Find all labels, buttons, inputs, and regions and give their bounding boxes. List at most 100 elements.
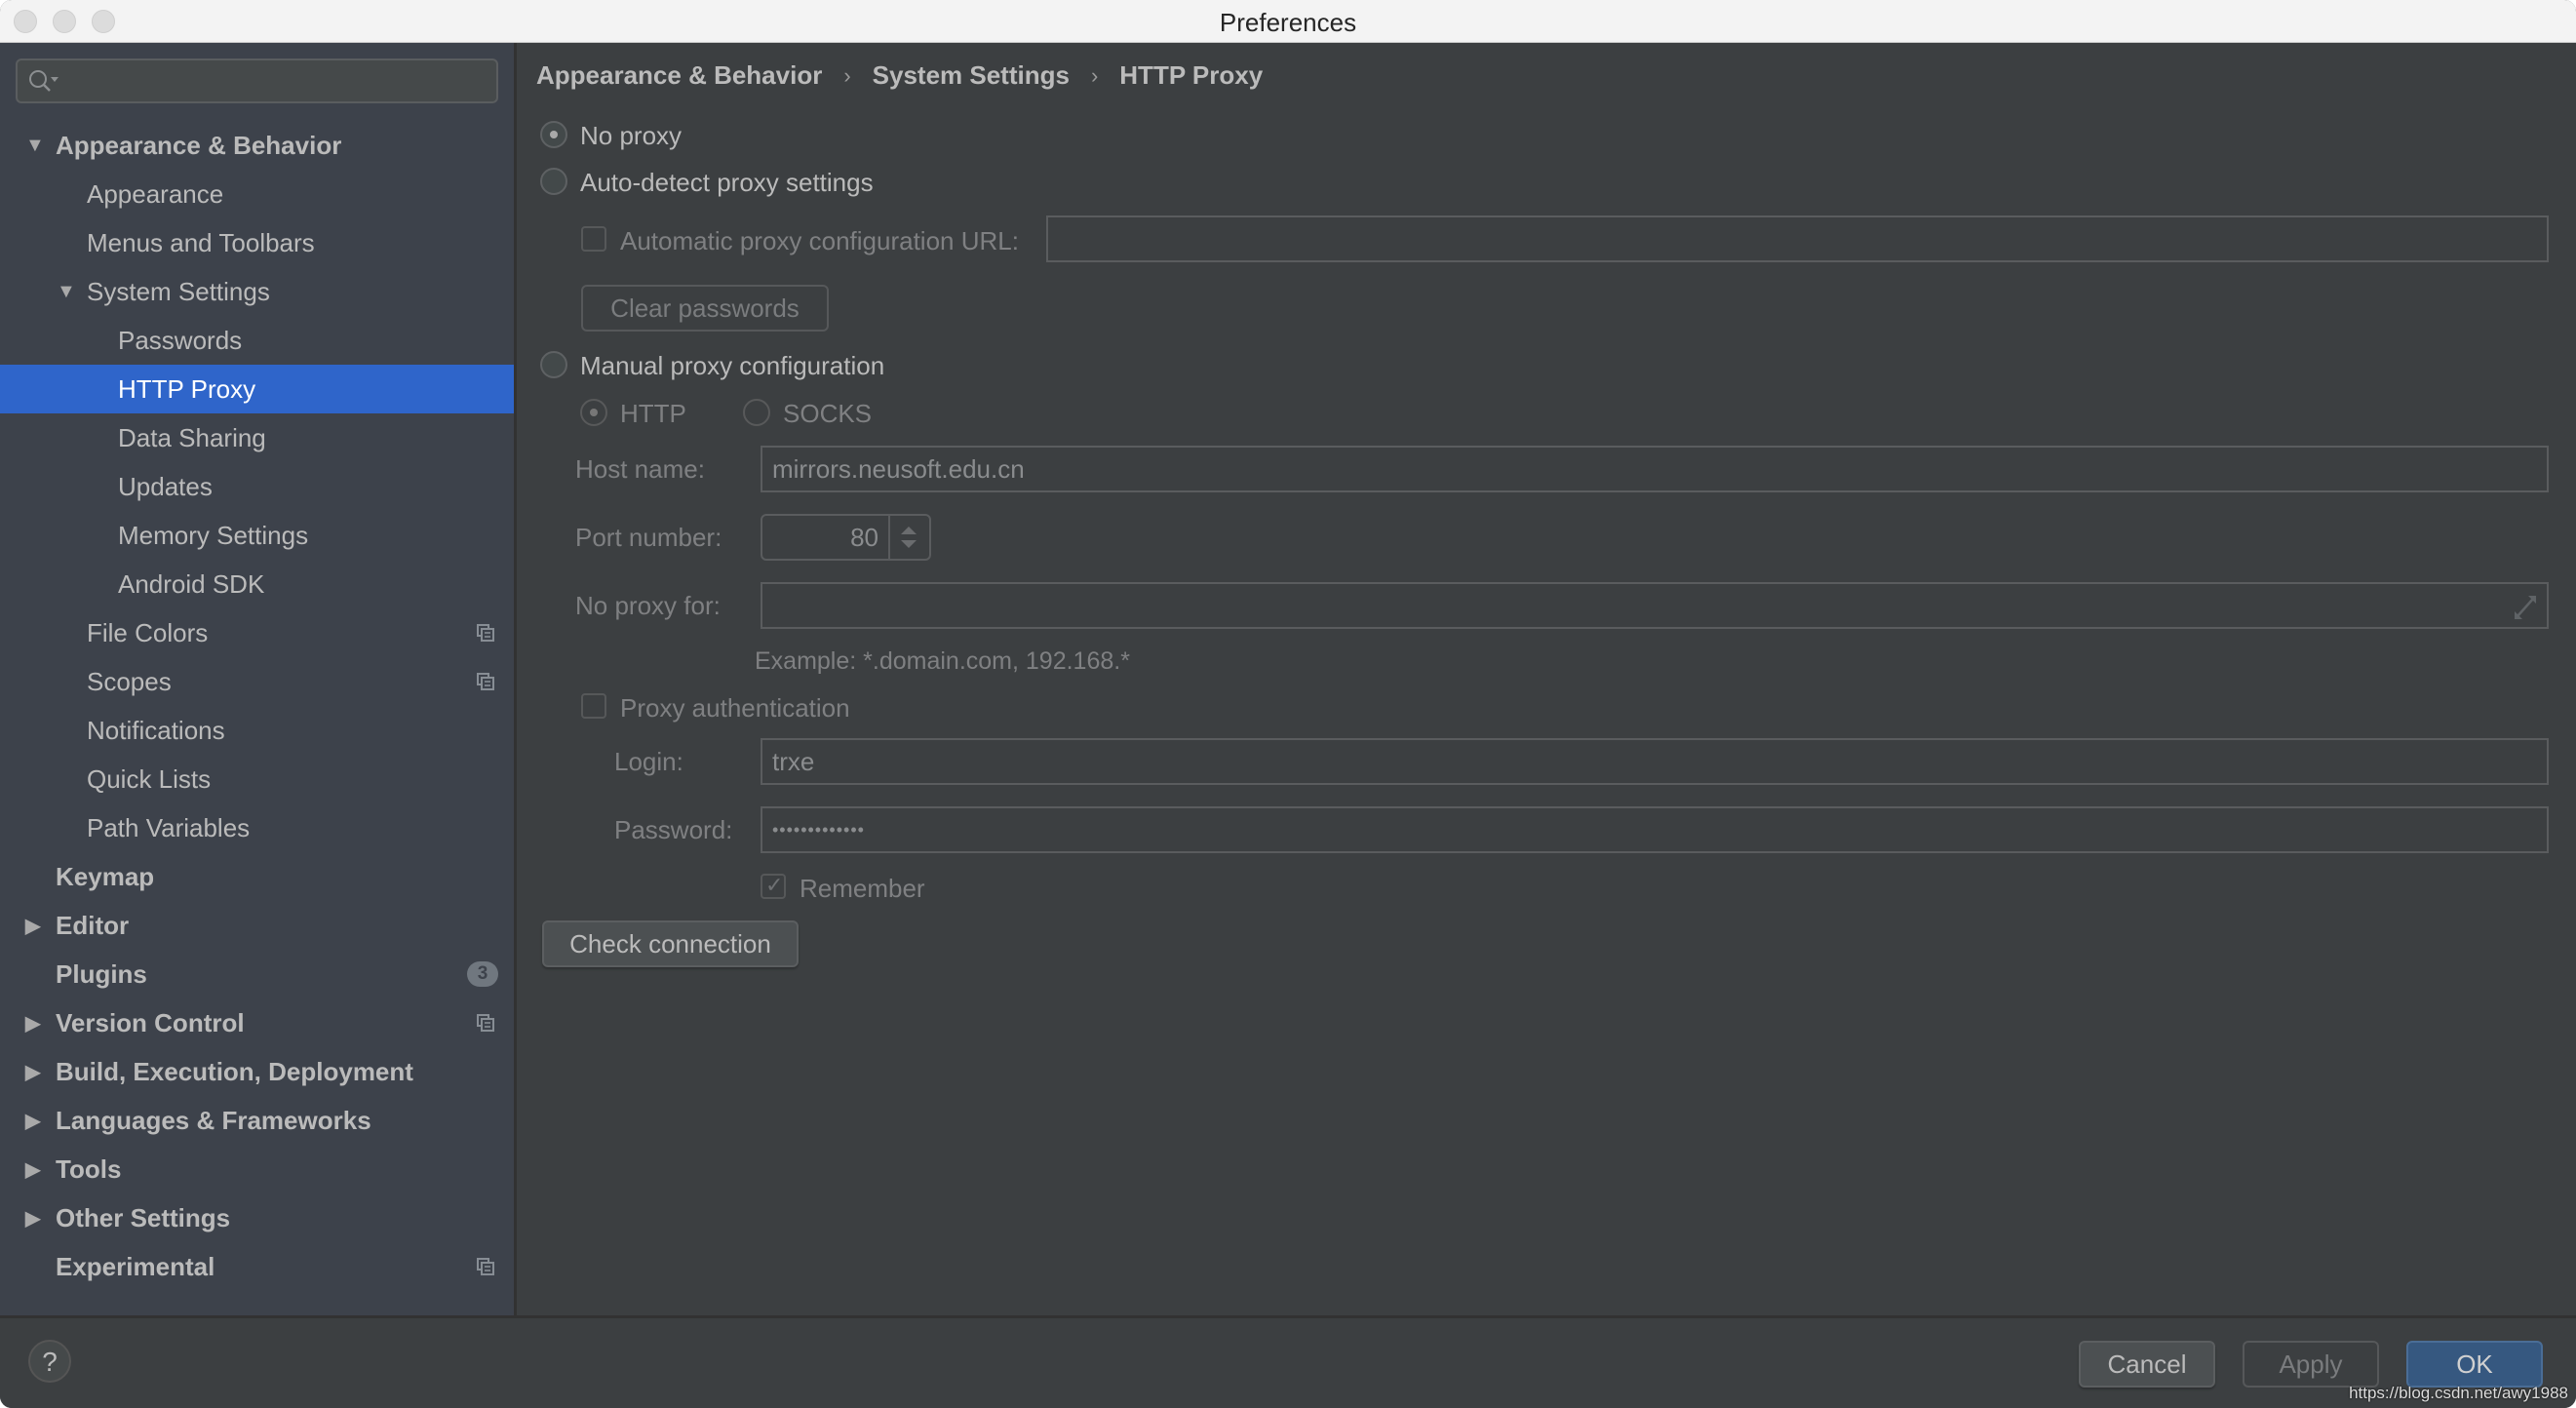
- sidebar-item-label: Data Sharing: [118, 422, 266, 452]
- sidebar-item[interactable]: Menus and Toolbars: [0, 218, 514, 267]
- sidebar-item[interactable]: ▶ Version Control: [0, 998, 514, 1047]
- proxy-auth-label: Proxy authentication: [620, 693, 850, 723]
- apply-button[interactable]: Apply: [2243, 1341, 2379, 1388]
- sidebar-item[interactable]: Scopes: [0, 657, 514, 706]
- sidebar-item[interactable]: Passwords: [0, 316, 514, 365]
- breadcrumb-item[interactable]: Appearance & Behavior: [536, 60, 822, 91]
- project-settings-icon: [477, 624, 494, 642]
- sidebar-item[interactable]: ▶ Languages & Frameworks: [0, 1096, 514, 1145]
- no-proxy-for-field[interactable]: [761, 582, 2549, 629]
- sidebar-item-label: Plugins: [56, 958, 147, 989]
- sidebar-item[interactable]: Keymap: [0, 852, 514, 901]
- breadcrumb-separator: ›: [1090, 62, 1099, 88]
- sidebar-item[interactable]: Android SDK: [0, 560, 514, 608]
- expanded-arrow-icon[interactable]: ▼: [57, 281, 76, 303]
- sidebar-item-label: Version Control: [56, 1007, 245, 1037]
- sidebar-item[interactable]: ▶ Editor: [0, 901, 514, 950]
- breadcrumb-item: HTTP Proxy: [1119, 60, 1264, 90]
- sidebar-item-label: Build, Execution, Deployment: [56, 1056, 413, 1086]
- sidebar-item[interactable]: Updates: [0, 462, 514, 511]
- port-stepper-icon[interactable]: [897, 524, 920, 551]
- sidebar-item[interactable]: ▼ System Settings: [0, 267, 514, 316]
- settings-sidebar: ▼ Appearance & Behavior Appearance Menus an…: [0, 43, 517, 1315]
- port-number-label: Port number:: [575, 523, 722, 552]
- collapsed-arrow-icon[interactable]: ▶: [25, 1060, 40, 1084]
- sidebar-item[interactable]: ▶ Other Settings: [0, 1193, 514, 1242]
- proxy-auth-checkbox[interactable]: [581, 693, 606, 719]
- remember-checkbox[interactable]: [761, 873, 786, 899]
- http-proxy-panel: Appearance & Behavior › System Settings …: [517, 43, 2576, 1315]
- sidebar-item-label: Notifications: [87, 715, 225, 745]
- breadcrumb-item[interactable]: System Settings: [873, 60, 1070, 91]
- help-button[interactable]: ?: [28, 1340, 71, 1383]
- manual-proxy-radio[interactable]: [540, 351, 567, 378]
- sidebar-item[interactable]: Memory Settings: [0, 511, 514, 560]
- no-proxy-label[interactable]: No proxy: [580, 121, 682, 151]
- sidebar-item-label: Experimental: [56, 1251, 215, 1281]
- sidebar-item-label: Editor: [56, 910, 130, 940]
- sidebar-item[interactable]: HTTP Proxy: [0, 365, 514, 413]
- sidebar-item-label: Scopes: [87, 666, 172, 696]
- expanded-arrow-icon[interactable]: ▼: [25, 135, 45, 157]
- password-field[interactable]: •••••••••••••: [761, 806, 2549, 853]
- expand-icon[interactable]: [2513, 595, 2540, 620]
- sidebar-item[interactable]: Experimental: [0, 1242, 514, 1291]
- sidebar-item-label: Tools: [56, 1154, 122, 1184]
- sidebar-item[interactable]: Path Variables: [0, 803, 514, 852]
- remember-label: Remember: [800, 874, 925, 903]
- sidebar-item[interactable]: Quick Lists: [0, 755, 514, 803]
- project-settings-icon: [477, 1014, 494, 1032]
- manual-proxy-label[interactable]: Manual proxy configuration: [580, 351, 884, 381]
- sidebar-item[interactable]: Plugins 3: [0, 950, 514, 998]
- ok-button[interactable]: OK: [2406, 1341, 2543, 1388]
- preferences-window: Preferences ▼ Appearance & Behavior Appear…: [0, 0, 2576, 1408]
- sidebar-item[interactable]: ▼ Appearance & Behavior: [0, 121, 514, 170]
- socks-label: SOCKS: [783, 399, 873, 428]
- clear-passwords-button[interactable]: Clear passwords: [581, 285, 829, 332]
- sidebar-item-label: Android SDK: [118, 568, 265, 599]
- window-title: Preferences: [1219, 8, 1357, 37]
- socks-radio[interactable]: [743, 399, 770, 426]
- updates-count-badge: 3: [467, 961, 498, 987]
- login-field[interactable]: trxe: [761, 738, 2549, 785]
- sidebar-item-label: Appearance & Behavior: [56, 130, 342, 160]
- stepper-divider: [888, 516, 890, 559]
- collapsed-arrow-icon[interactable]: ▶: [25, 914, 40, 938]
- sidebar-item[interactable]: ▶ Tools: [0, 1145, 514, 1193]
- search-icon: [29, 70, 59, 92]
- cancel-button[interactable]: Cancel: [2079, 1341, 2215, 1388]
- collapsed-arrow-icon[interactable]: ▶: [25, 1157, 40, 1182]
- collapsed-arrow-icon[interactable]: ▶: [25, 1206, 40, 1231]
- auto-url-checkbox[interactable]: [581, 226, 606, 252]
- project-settings-icon: [477, 1258, 494, 1275]
- title-bar: Preferences: [0, 0, 2576, 43]
- sidebar-item-label: File Colors: [87, 617, 209, 647]
- sidebar-item[interactable]: Data Sharing: [0, 413, 514, 462]
- no-proxy-radio[interactable]: [540, 121, 567, 148]
- sidebar-item-label: Path Variables: [87, 812, 251, 842]
- dialog-footer: ? Cancel Apply OK https://blog.csdn.net/…: [0, 1315, 2576, 1408]
- no-proxy-for-label: No proxy for:: [575, 591, 721, 620]
- sidebar-item[interactable]: ▶ Build, Execution, Deployment: [0, 1047, 514, 1096]
- host-name-label: Host name:: [575, 454, 705, 484]
- collapsed-arrow-icon[interactable]: ▶: [25, 1011, 40, 1036]
- sidebar-item-label: Appearance: [87, 178, 224, 209]
- http-radio[interactable]: [580, 399, 607, 426]
- breadcrumb-separator: ›: [843, 62, 851, 88]
- breadcrumb: Appearance & Behavior › System Settings …: [536, 60, 1263, 91]
- password-label: Password:: [614, 815, 733, 844]
- sidebar-item[interactable]: Appearance: [0, 170, 514, 218]
- watermark-text: https://blog.csdn.net/awy1988: [2349, 1384, 2568, 1402]
- auto-detect-radio[interactable]: [540, 168, 567, 195]
- login-label: Login:: [614, 747, 683, 776]
- sidebar-item[interactable]: File Colors: [0, 608, 514, 657]
- project-settings-icon: [477, 673, 494, 690]
- check-connection-button[interactable]: Check connection: [542, 920, 799, 967]
- sidebar-item[interactable]: Notifications: [0, 706, 514, 755]
- host-name-field[interactable]: mirrors.neusoft.edu.cn: [761, 446, 2549, 492]
- auto-url-field[interactable]: [1046, 215, 2549, 262]
- sidebar-item-label: Languages & Frameworks: [56, 1105, 371, 1135]
- search-input[interactable]: [16, 59, 498, 103]
- collapsed-arrow-icon[interactable]: ▶: [25, 1109, 40, 1133]
- auto-detect-label[interactable]: Auto-detect proxy settings: [580, 168, 874, 198]
